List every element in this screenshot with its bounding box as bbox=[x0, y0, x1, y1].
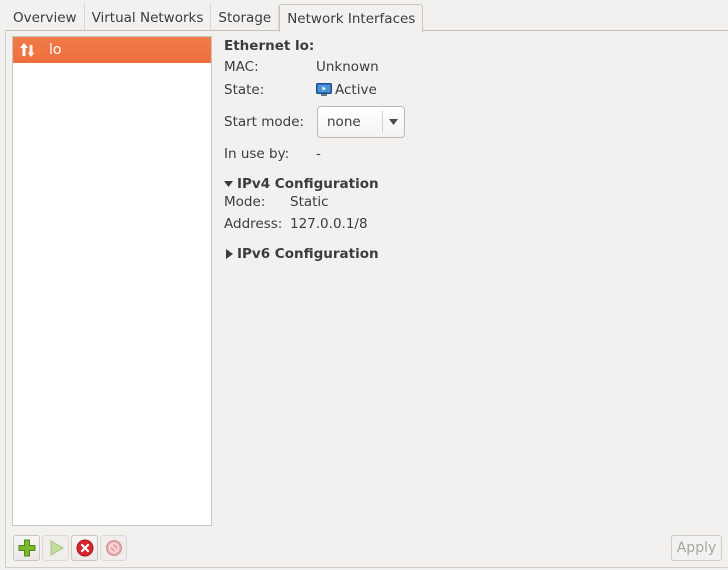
tab-bar: Overview Virtual Networks Storage Networ… bbox=[6, 4, 424, 32]
ipv4-mode-label: Mode: bbox=[224, 194, 266, 210]
add-icon bbox=[18, 539, 36, 557]
expander-closed-icon bbox=[226, 249, 234, 259]
chevron-down-icon bbox=[383, 119, 404, 125]
interface-name: lo bbox=[49, 42, 62, 58]
mac-value: Unknown bbox=[316, 59, 379, 75]
interface-title: Ethernet lo: bbox=[224, 38, 315, 54]
in-use-by-label: In use by: bbox=[224, 146, 290, 162]
interface-list[interactable]: lo bbox=[12, 36, 212, 526]
ipv4-address-value: 127.0.0.1/8 bbox=[290, 216, 368, 232]
delete-interface-button[interactable] bbox=[71, 535, 98, 561]
ipv6-label: IPv6 Configuration bbox=[237, 246, 379, 262]
stop-interface-button[interactable] bbox=[100, 535, 127, 561]
in-use-by-value: - bbox=[316, 146, 321, 162]
stop-icon bbox=[105, 539, 123, 557]
ipv4-mode-value: Static bbox=[290, 194, 329, 210]
tab-overview[interactable]: Overview bbox=[6, 4, 85, 31]
state-value: Active bbox=[335, 82, 377, 98]
start-mode-value: none bbox=[327, 114, 361, 130]
apply-button[interactable]: Apply bbox=[671, 535, 722, 561]
start-mode-select[interactable]: none bbox=[317, 106, 405, 138]
tab-network-interfaces[interactable]: Network Interfaces bbox=[279, 4, 424, 32]
interface-list-item[interactable]: lo bbox=[13, 37, 211, 63]
tab-storage[interactable]: Storage bbox=[211, 4, 280, 31]
monitor-active-icon bbox=[316, 83, 332, 97]
state-label: State: bbox=[224, 82, 265, 98]
ipv4-expander[interactable]: IPv4 Configuration bbox=[224, 176, 379, 192]
ipv4-label: IPv4 Configuration bbox=[237, 176, 379, 192]
network-updown-icon bbox=[19, 42, 37, 58]
delete-icon bbox=[76, 539, 94, 557]
start-icon bbox=[48, 540, 64, 556]
mac-label: MAC: bbox=[224, 59, 259, 75]
ipv4-address-label: Address: bbox=[224, 216, 283, 232]
interface-toolbar bbox=[13, 535, 127, 561]
start-mode-label: Start mode: bbox=[224, 114, 305, 130]
add-interface-button[interactable] bbox=[13, 535, 40, 561]
tab-virtual-networks[interactable]: Virtual Networks bbox=[85, 4, 212, 31]
expander-open-icon bbox=[224, 180, 234, 188]
start-interface-button[interactable] bbox=[42, 535, 69, 561]
ipv6-expander[interactable]: IPv6 Configuration bbox=[224, 246, 379, 262]
